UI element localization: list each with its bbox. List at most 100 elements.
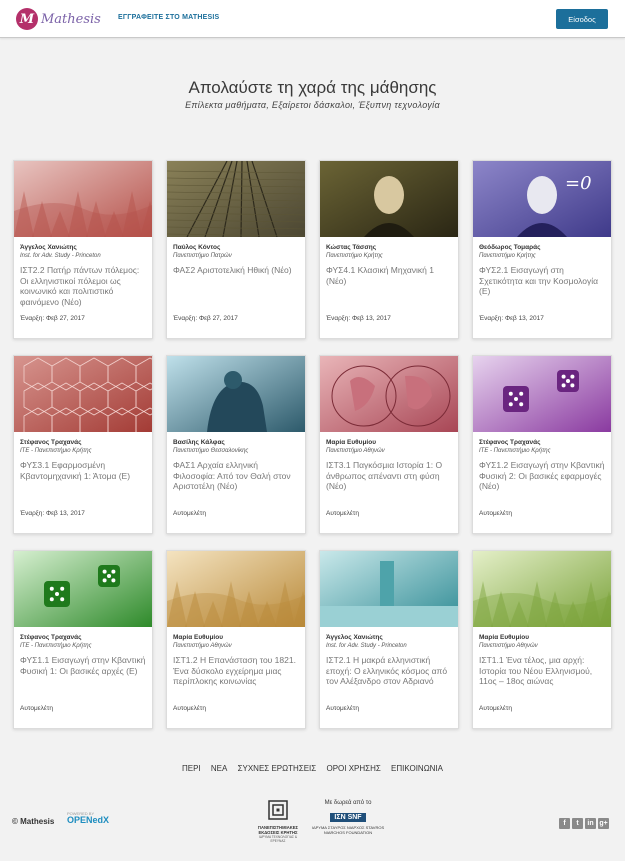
course-author: Θεόδωρος Τομαράς [479, 244, 541, 251]
course-card-body: Στέφανος Τραχανάς ΙΤΕ - Πανεπιστήμιο Κρήτ… [20, 439, 147, 481]
social-links: f t in g+ [559, 818, 609, 829]
course-author: Βασίλης Κάλφας [173, 439, 225, 446]
snf-name: ΙΔΡΥΜΑ ΣΤΑΥΡΟΣ ΝΙΑΡΧΟΣ STAVROS NIARCHOS … [311, 825, 385, 835]
pek-sub: ΙΔΡΥΜΑ ΤΕΧΝΟΛΟΓΙΑΣ & ΕΡΕΥΝΑΣ [259, 835, 297, 843]
course-title[interactable]: ΙΣΤ2.2 Πατήρ πάντων πόλεμος: Οι ελληνιστ… [20, 265, 147, 307]
course-author: Άγγελος Χανιώτης [20, 244, 77, 251]
course-image[interactable]: =0 [473, 161, 611, 237]
course-card[interactable]: Κώστας Τάσσης Πανεπιστήμιο Κρήτης ΦΥΣ4.1 Κ… [319, 160, 459, 339]
hero-title: Απολαύστε τη χαρά της μάθησης [188, 78, 437, 97]
course-start-date: Αυτομελέτη [173, 705, 206, 712]
snf-logo[interactable]: Με δωρεά από το ΙΣΝ SNF ΙΔΡΥΜΑ ΣΤΑΥΡΟΣ Ν… [307, 800, 389, 835]
course-institution: Inst. for Adv. Study - Princeton [20, 253, 101, 259]
course-card[interactable]: Μαρία Ευθυμίου Πανεπιστήμιο Αθηνών ΙΣΤ1.2 … [166, 550, 306, 729]
mathesis-logo[interactable]: M Mathesis [16, 7, 101, 31]
course-card-body: Θεόδωρος Τομαράς Πανεπιστήμιο Κρήτης ΦΥΣ2.… [479, 244, 606, 297]
svg-text:=0: =0 [565, 173, 592, 194]
course-card[interactable]: Άγγελος Χανιώτης Inst. for Adv. Study - P… [319, 550, 459, 729]
course-image[interactable] [320, 551, 458, 627]
facebook-icon[interactable]: f [559, 818, 570, 829]
course-title[interactable]: ΦΥΣ4.1 Κλασική Μηχανική 1 (Νέο) [326, 265, 453, 286]
course-title[interactable]: ΦΥΣ3.1 Εφαρμοσμένη Κβαντομηχανική 1: Άτο… [20, 460, 147, 481]
footer-link-faq[interactable]: ΣΥΧΝΕΣ ΕΡΩΤΗΣΕΙΣ [238, 764, 317, 773]
course-card[interactable]: Στέφανος Τραχανάς ΙΤΕ - Πανεπιστήμιο Κρήτ… [13, 550, 153, 729]
course-author: Μαρία Ευθυμίου [326, 439, 376, 446]
course-card[interactable]: Μαρία Ευθυμίου Πανεπιστήμιο Αθηνών ΙΣΤ3.1 … [319, 355, 459, 534]
course-image[interactable] [167, 356, 305, 432]
course-card[interactable]: Βασίλης Κάλφας Πανεπιστήμιο Θεσσαλονίκης Φ… [166, 355, 306, 534]
course-card-body: Μαρία Ευθυμίου Πανεπιστήμιο Αθηνών ΙΣΤ1.1 … [479, 634, 606, 687]
course-author: Μαρία Ευθυμίου [479, 634, 529, 641]
course-author: Παύλος Κόντος [173, 244, 221, 251]
course-title[interactable]: ΙΣΤ1.2 Η Επανάσταση του 1821. Ένα δύσκολ… [173, 655, 300, 687]
course-title[interactable]: ΙΣΤ2.1 Η μακρά ελληνιστική εποχή: Ο ελλη… [326, 655, 453, 687]
course-image[interactable] [167, 551, 305, 627]
footer-link-terms[interactable]: ΟΡΟΙ ΧΡΗΣΗΣ [326, 764, 380, 773]
top-header: M Mathesis ΕΓΓΡΑΦΕΙΤΕ ΣΤΟ MATHESIS Είσοδ… [0, 0, 625, 38]
pek-logo[interactable]: ΠΑΝΕΠΙΣΤΗΜΙΑΚΕΣ ΕΚΔΟΣΕΙΣ ΚΡΗΤΗΣ ΙΔΡΥΜΑ Τ… [253, 800, 303, 843]
course-start-date: Έναρξη: Φεβ 13, 2017 [479, 315, 544, 322]
course-institution: ΙΤΕ - Πανεπιστήμιο Κρήτης [20, 643, 92, 649]
course-image[interactable] [14, 356, 152, 432]
course-institution: Πανεπιστήμιο Αθηνών [326, 448, 385, 454]
course-image[interactable] [14, 551, 152, 627]
course-start-date: Αυτομελέτη [20, 705, 53, 712]
course-start-date: Έναρξη: Φεβ 27, 2017 [20, 315, 85, 322]
course-start-date: Αυτομελέτη [479, 510, 512, 517]
course-image[interactable] [473, 356, 611, 432]
course-title[interactable]: ΦΥΣ1.2 Εισαγωγή στην Κβαντική Φυσική 2: … [479, 460, 606, 492]
course-author: Άγγελος Χανιώτης [326, 634, 383, 641]
course-card-body: Κώστας Τάσσης Πανεπιστήμιο Κρήτης ΦΥΣ4.1 Κ… [326, 244, 453, 286]
pek-maze-icon [268, 800, 288, 820]
course-start-date: Αυτομελέτη [479, 705, 512, 712]
course-card-body: Παύλος Κόντος Πανεπιστήμιο Πατρών ΦΑΣ2 Αρι… [173, 244, 300, 276]
course-card[interactable]: Μαρία Ευθυμίου Πανεπιστήμιο Αθηνών ΙΣΤ1.1 … [472, 550, 612, 729]
course-title[interactable]: ΦΥΣ2.1 Εισαγωγή στη Σχετικότητα και την … [479, 265, 606, 297]
course-card[interactable]: Παύλος Κόντος Πανεπιστήμιο Πατρών ΦΑΣ2 Αρι… [166, 160, 306, 339]
course-card-body: Άγγελος Χανιώτης Inst. for Adv. Study - P… [20, 244, 147, 307]
course-card-body: Στέφανος Τραχανάς ΙΤΕ - Πανεπιστήμιο Κρήτ… [479, 439, 606, 492]
course-institution: Πανεπιστήμιο Κρήτης [326, 253, 383, 259]
course-author: Στέφανος Τραχανάς [479, 439, 541, 446]
twitter-icon[interactable]: t [572, 818, 583, 829]
course-card-body: Μαρία Ευθυμίου Πανεπιστήμιο Αθηνών ΙΣΤ1.2 … [173, 634, 300, 687]
footer-link-contact[interactable]: ΕΠΙΚΟΙΝΩΝΙΑ [391, 764, 443, 773]
logo-mark-icon: M [16, 8, 38, 30]
openedx-logo[interactable]: POWERED BY OPENedX [67, 811, 109, 825]
course-start-date: Έναρξη: Φεβ 27, 2017 [173, 315, 238, 322]
openedx-text: OPENedX [67, 815, 110, 825]
course-image[interactable] [320, 356, 458, 432]
course-title[interactable]: ΦΑΣ2 Αριστοτελική Ηθική (Νέο) [173, 265, 300, 276]
course-start-date: Έναρξη: Φεβ 13, 2017 [20, 510, 85, 517]
course-card[interactable]: Άγγελος Χανιώτης Inst. for Adv. Study - P… [13, 160, 153, 339]
footer-nav: ΠΕΡΙ ΝΕΑ ΣΥΧΝΕΣ ΕΡΩΤΗΣΕΙΣ ΟΡΟΙ ΧΡΗΣΗΣ ΕΠ… [0, 764, 625, 773]
googleplus-icon[interactable]: g+ [598, 818, 609, 829]
course-institution: Πανεπιστήμιο Θεσσαλονίκης [173, 448, 249, 454]
course-card[interactable]: Στέφανος Τραχανάς ΙΤΕ - Πανεπιστήμιο Κρήτ… [472, 355, 612, 534]
course-card[interactable]: Στέφανος Τραχανάς ΙΤΕ - Πανεπιστήμιο Κρήτ… [13, 355, 153, 534]
course-start-date: Αυτομελέτη [173, 510, 206, 517]
footer-link-news[interactable]: ΝΕΑ [211, 764, 227, 773]
snf-box: ΙΣΝ SNF [330, 813, 366, 822]
course-start-date: Αυτομελέτη [326, 510, 359, 517]
course-author: Μαρία Ευθυμίου [173, 634, 223, 641]
course-title[interactable]: ΙΣΤ3.1 Παγκόσμια Ιστορία 1: Ο άνθρωπος α… [326, 460, 453, 492]
course-title[interactable]: ΙΣΤ1.1 Ένα τέλος, μια αρχή: Ιστορία του … [479, 655, 606, 687]
footer-link-about[interactable]: ΠΕΡΙ [182, 764, 201, 773]
course-card[interactable]: =0 Θεόδωρος Τομαράς Πανεπιστήμιο Κρήτης ΦΥΣ… [472, 160, 612, 339]
course-image[interactable] [167, 161, 305, 237]
course-institution: Πανεπιστήμιο Αθηνών [173, 643, 232, 649]
register-link[interactable]: ΕΓΓΡΑΦΕΙΤΕ ΣΤΟ MATHESIS [118, 14, 219, 21]
pek-name: ΠΑΝΕΠΙΣΤΗΜΙΑΚΕΣ ΕΚΔΟΣΕΙΣ ΚΡΗΤΗΣ [257, 825, 299, 835]
course-image[interactable] [473, 551, 611, 627]
course-image[interactable] [320, 161, 458, 237]
course-start-date: Αυτομελέτη [326, 705, 359, 712]
course-title[interactable]: ΦΑΣ1 Αρχαία ελληνική Φιλοσοφία: Από τον … [173, 460, 300, 492]
course-institution: ΙΤΕ - Πανεπιστήμιο Κρήτης [20, 448, 92, 454]
linkedin-icon[interactable]: in [585, 818, 596, 829]
course-title[interactable]: ΦΥΣ1.1 Εισαγωγή στην Κβαντική Φυσική 1: … [20, 655, 147, 676]
hero-subtitle: Επίλεκτα μαθήματα, Εξαίρετοι δάσκαλοι, Έ… [185, 100, 440, 110]
course-image[interactable] [14, 161, 152, 237]
course-card-body: Στέφανος Τραχανάς ΙΤΕ - Πανεπιστήμιο Κρήτ… [20, 634, 147, 676]
login-button[interactable]: Είσοδος [556, 9, 608, 29]
